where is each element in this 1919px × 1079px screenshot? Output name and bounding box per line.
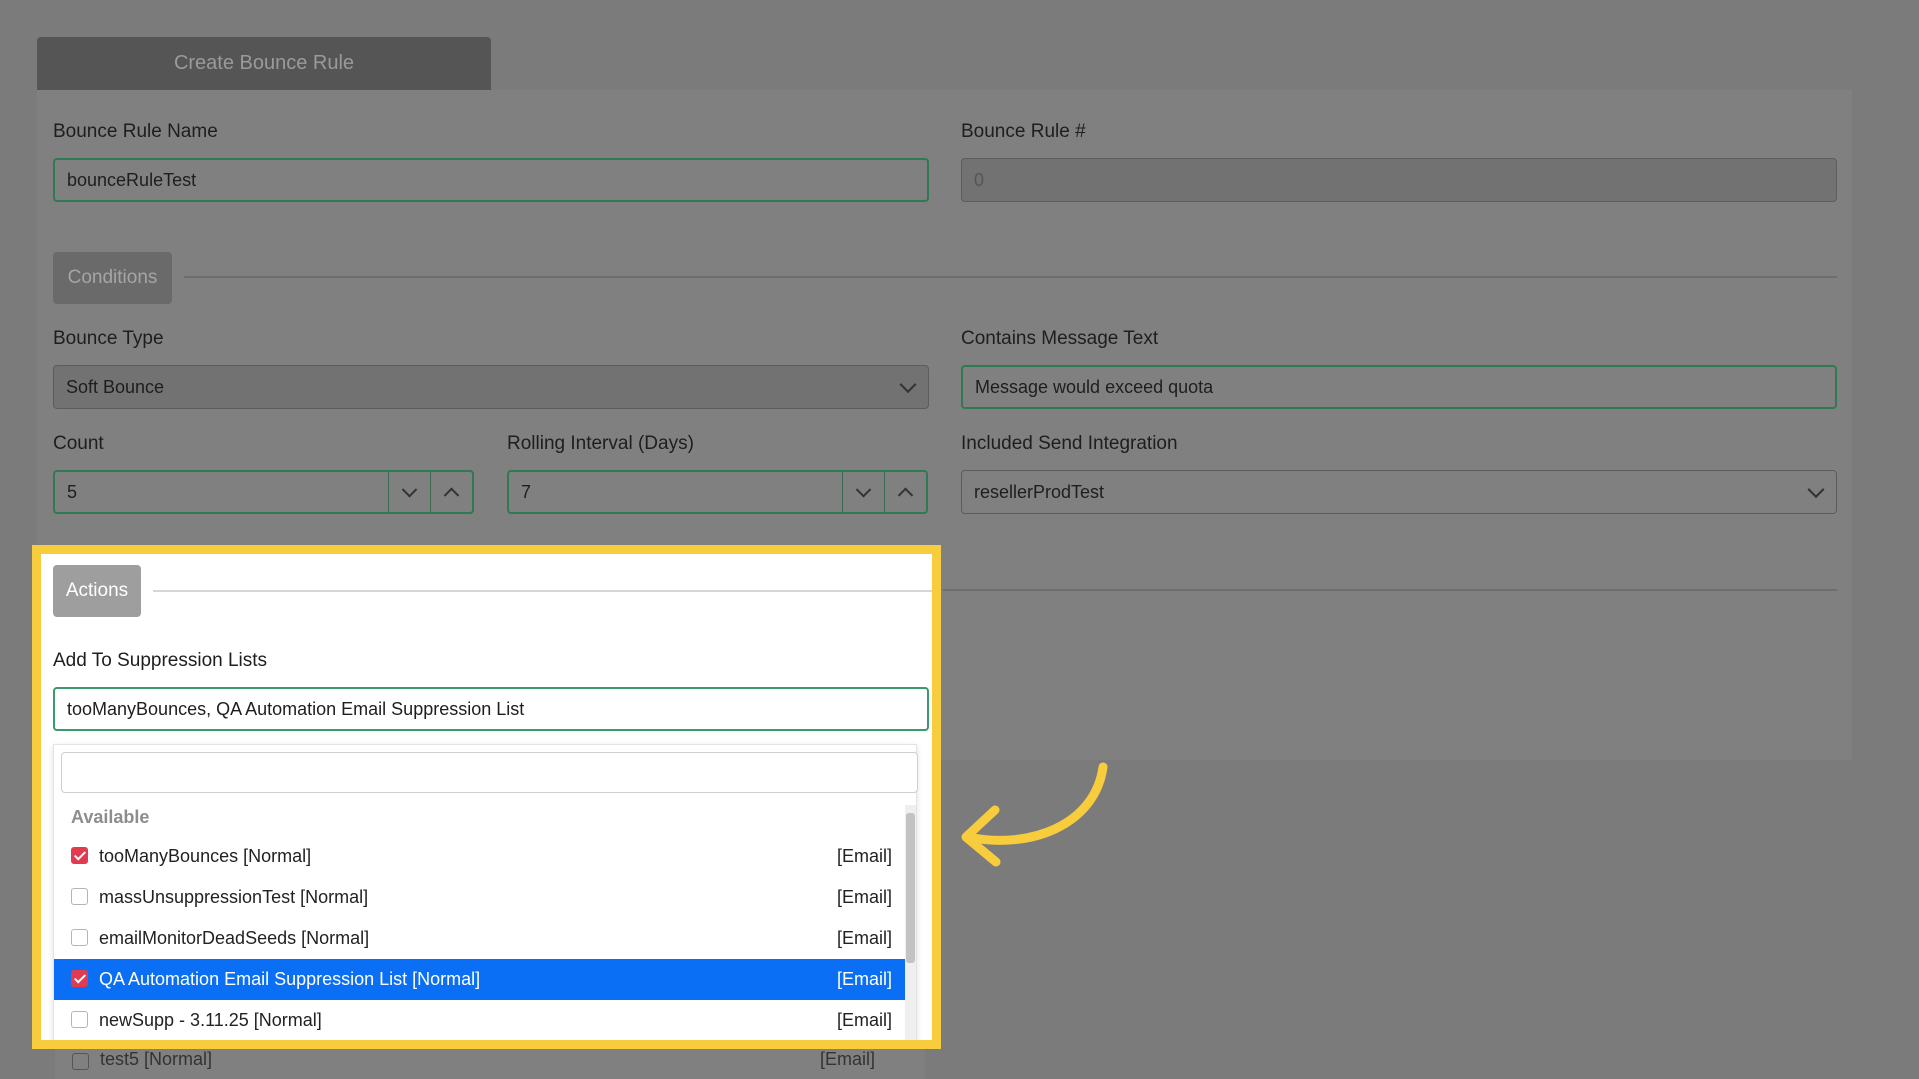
- list-item-selected[interactable]: QA Automation Email Suppression List [No…: [54, 959, 914, 1000]
- message-text-label: Contains Message Text: [961, 328, 1159, 349]
- option-tag: [Email]: [836, 1010, 892, 1030]
- rolling-interval-decrement-button[interactable]: [842, 472, 884, 512]
- option-label: massUnsuppressionTest [Normal]: [99, 887, 369, 907]
- chevron-down-icon: [401, 481, 418, 498]
- actions-divider: [153, 590, 932, 592]
- chevron-down-icon: [899, 376, 917, 394]
- bounce-type-select[interactable]: Soft Bounce: [53, 365, 929, 409]
- bounce-type-value: Soft Bounce: [66, 376, 165, 397]
- rolling-interval-value: 7: [521, 481, 532, 502]
- suppression-lists-label: Add To Suppression Lists: [53, 650, 268, 671]
- highlight-box: Actions Add To Suppression Lists tooMany…: [32, 545, 941, 1049]
- count-label: Count: [53, 433, 104, 454]
- chevron-down-icon: [855, 481, 872, 498]
- send-integration-value: resellerProdTest: [974, 481, 1105, 502]
- option-tag: [Email]: [836, 928, 892, 948]
- rolling-interval-increment-button[interactable]: [884, 472, 926, 512]
- checkbox-checked[interactable]: [71, 847, 88, 864]
- chevron-down-icon: [1807, 481, 1825, 499]
- curved-arrow-icon: [961, 762, 1108, 867]
- count-decrement-button[interactable]: [388, 472, 430, 512]
- dropdown-group-label: Available: [71, 807, 150, 827]
- create-bounce-rule-tab[interactable]: Create Bounce Rule: [37, 37, 491, 90]
- option-label: QA Automation Email Suppression List [No…: [99, 969, 481, 989]
- checkbox-checked[interactable]: [71, 970, 88, 987]
- list-item[interactable]: tooManyBounces [Normal] [Email]: [54, 836, 914, 877]
- count-increment-button[interactable]: [430, 472, 472, 512]
- checkbox[interactable]: [72, 1053, 89, 1070]
- suppression-dropdown: Available tooManyBounces [Normal] [Email…: [53, 744, 918, 1040]
- rule-number-input: 0: [961, 158, 1837, 202]
- message-text-input[interactable]: Message would exceed quota: [961, 365, 1837, 409]
- option-label: emailMonitorDeadSeeds [Normal]: [99, 928, 370, 948]
- option-label: tooManyBounces [Normal]: [99, 846, 312, 866]
- rule-number-label: Bounce Rule #: [961, 121, 1086, 142]
- send-integration-select[interactable]: resellerProdTest: [961, 470, 1837, 514]
- chevron-up-icon: [443, 486, 460, 503]
- send-integration-label: Included Send Integration: [961, 433, 1178, 454]
- option-label: newSupp - 3.11.25 [Normal]: [99, 1010, 322, 1030]
- list-item[interactable]: massUnsuppressionTest [Normal] [Email]: [54, 877, 914, 918]
- rule-name-input[interactable]: bounceRuleTest: [53, 158, 929, 202]
- option-tag: [Email]: [836, 887, 892, 907]
- option-label: test5 [Normal]: [100, 1049, 213, 1069]
- checkbox[interactable]: [71, 929, 88, 946]
- chevron-up-icon: [897, 486, 914, 503]
- list-item[interactable]: newSupp - 3.11.25 [Normal] [Email]: [54, 1000, 914, 1040]
- rule-name-label: Bounce Rule Name: [53, 121, 218, 142]
- dropdown-scrollbar-thumb[interactable]: [906, 813, 915, 963]
- suppression-lists-select[interactable]: tooManyBounces, QA Automation Email Supp…: [53, 687, 929, 731]
- option-tag: [Email]: [836, 969, 892, 989]
- list-item[interactable]: emailMonitorDeadSeeds [Normal] [Email]: [54, 918, 914, 959]
- count-value: 5: [67, 481, 78, 502]
- option-tag: [Email]: [836, 846, 892, 866]
- rolling-interval-stepper[interactable]: 7: [507, 470, 928, 514]
- dropdown-search-input[interactable]: [61, 752, 918, 793]
- option-tag: [Email]: [819, 1049, 875, 1069]
- conditions-section-button[interactable]: Conditions: [53, 252, 172, 304]
- actions-section-button[interactable]: Actions: [53, 565, 141, 617]
- count-stepper[interactable]: 5: [53, 470, 474, 514]
- actions-divider-right: [943, 589, 1837, 591]
- bounce-type-label: Bounce Type: [53, 328, 164, 349]
- checkbox[interactable]: [71, 1011, 88, 1028]
- conditions-divider: [184, 276, 1837, 278]
- checkbox[interactable]: [71, 888, 88, 905]
- rolling-interval-label: Rolling Interval (Days): [507, 433, 694, 454]
